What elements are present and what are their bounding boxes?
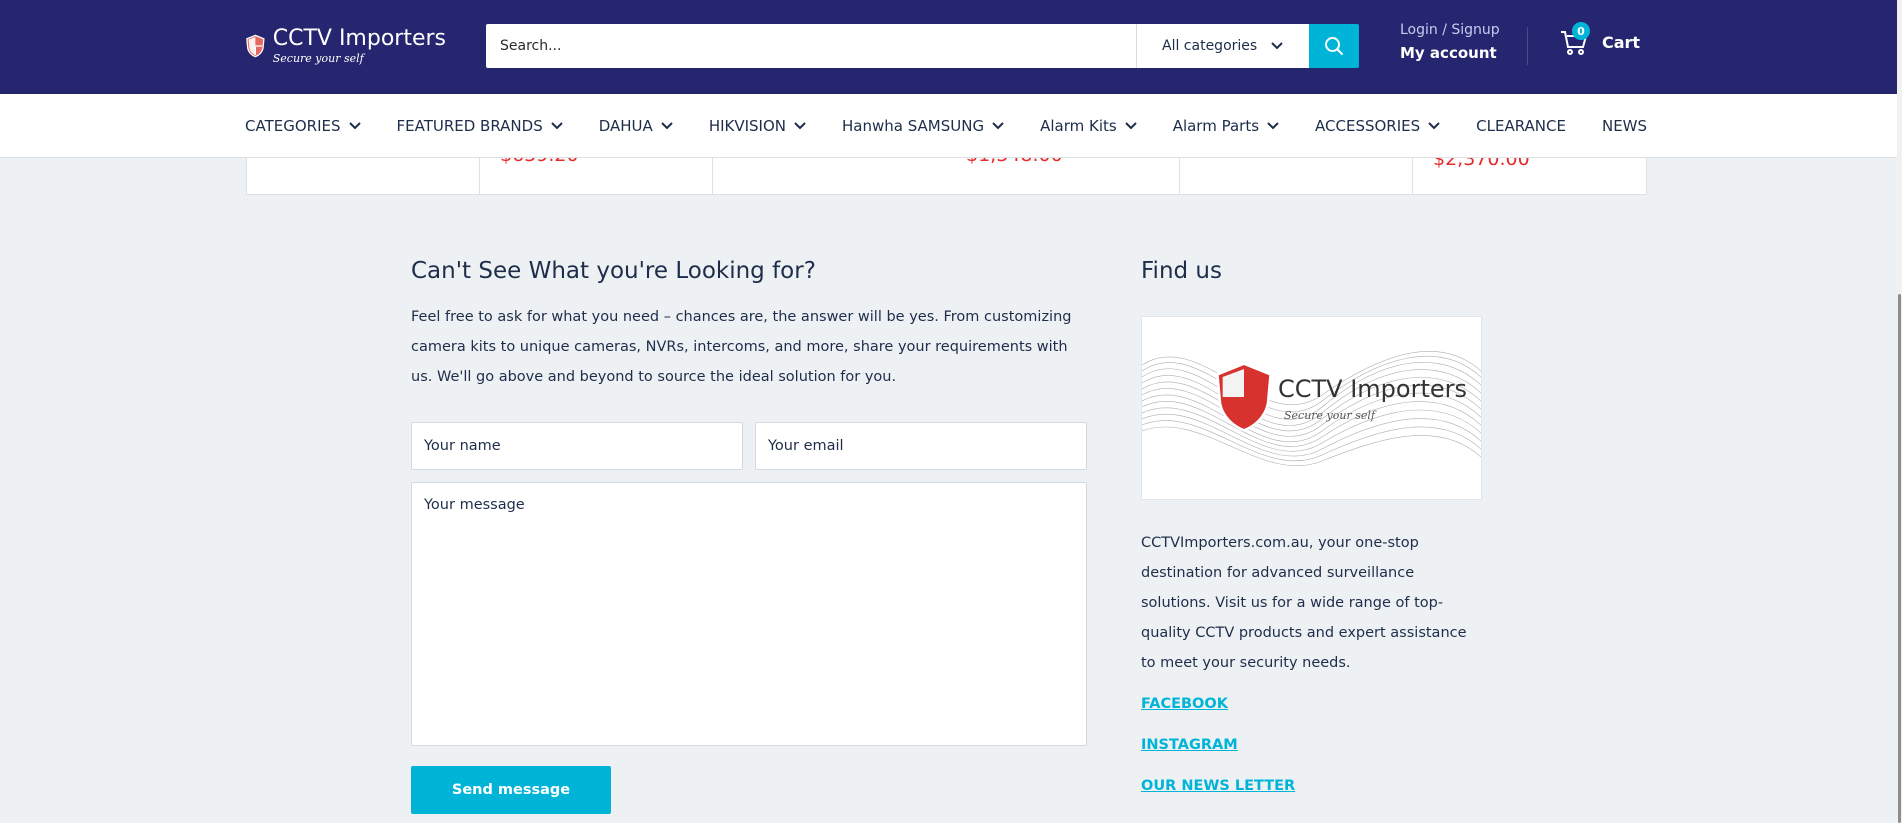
store-image: CCTV Importers Secure your self bbox=[1141, 316, 1482, 500]
nav-item-label: FEATURED BRANDS bbox=[396, 117, 543, 135]
contact-section: Can't See What you're Looking for? Feel … bbox=[411, 258, 1087, 814]
search-input[interactable] bbox=[486, 24, 1136, 68]
store-image-brand: CCTV Importers bbox=[1278, 375, 1468, 403]
nav-item-alarm-parts[interactable]: Alarm Parts bbox=[1173, 117, 1279, 135]
nav-item-dahua[interactable]: DAHUA bbox=[599, 117, 673, 135]
chevron-down-icon bbox=[1271, 42, 1283, 50]
nav-item-accessories[interactable]: ACCESSORIES bbox=[1315, 117, 1440, 135]
nav-item-label: DAHUA bbox=[598, 117, 653, 135]
contact-description: Feel free to ask for what you need – cha… bbox=[411, 309, 1072, 385]
nav-item-label: NEWS bbox=[1601, 117, 1648, 135]
nav-item-label: Alarm Parts bbox=[1172, 117, 1260, 135]
cart-icon-wrap: 0 bbox=[1560, 22, 1590, 56]
newsletter-link[interactable]: OUR NEWS LETTER bbox=[1141, 772, 1481, 801]
category-select-label: All categories bbox=[1162, 38, 1258, 54]
contact-title: Can't See What you're Looking for? bbox=[411, 258, 816, 284]
find-us-description: CCTVImporters.com.au, your one-stop dest… bbox=[1141, 535, 1467, 671]
chevron-down-icon bbox=[661, 122, 673, 130]
search-button[interactable] bbox=[1309, 24, 1359, 68]
find-us-title: Find us bbox=[1141, 258, 1222, 284]
send-message-button[interactable]: Send message bbox=[411, 766, 611, 814]
chevron-down-icon bbox=[551, 122, 563, 130]
search-icon bbox=[1325, 37, 1344, 56]
store-image-tagline: Secure your self bbox=[1284, 409, 1375, 422]
chevron-down-icon bbox=[794, 122, 806, 130]
search-bar: All categories bbox=[486, 24, 1359, 68]
nav-item-alarm-kits[interactable]: Alarm Kits bbox=[1040, 117, 1137, 135]
find-us-section: Find us CCTV Importers Secure your self … bbox=[1141, 258, 1482, 801]
nav-item-categories[interactable]: CATEGORIES bbox=[245, 117, 361, 135]
contact-field-row bbox=[411, 422, 1087, 470]
header-divider bbox=[1527, 27, 1528, 65]
shield-logo-icon bbox=[246, 34, 265, 58]
email-field[interactable] bbox=[755, 422, 1087, 470]
nav-item-label: CLEARANCE bbox=[1476, 117, 1566, 135]
chevron-down-icon bbox=[1124, 122, 1137, 130]
nav-item-label: ACCESSORIES bbox=[1315, 117, 1421, 135]
chevron-down-icon bbox=[1428, 122, 1440, 130]
nav-items: CATEGORIES FEATURED BRANDS DAHUA HIKVISION H… bbox=[245, 94, 1683, 158]
nav-item-news[interactable]: NEWS bbox=[1602, 117, 1647, 135]
main-nav: CATEGORIES FEATURED BRANDS DAHUA HIKVISION H… bbox=[0, 94, 1897, 158]
nav-item-clearance[interactable]: CLEARANCE bbox=[1476, 117, 1566, 135]
nav-item-featured-brands[interactable]: FEATURED BRANDS bbox=[397, 117, 563, 135]
scrollbar-thumb[interactable] bbox=[1898, 294, 1901, 823]
message-field[interactable] bbox=[411, 482, 1087, 746]
nav-item-label: HIKVISION bbox=[708, 117, 787, 135]
shield-logo-icon bbox=[1215, 362, 1273, 432]
facebook-link[interactable]: FACEBOOK bbox=[1141, 690, 1481, 719]
nav-item-hikvision[interactable]: HIKVISION bbox=[709, 117, 806, 135]
site-logo[interactable]: CCTV Importers Secure your self bbox=[246, 18, 446, 74]
nav-item-hanwha-samsung[interactable]: Hanwha SAMSUNG bbox=[842, 117, 1004, 135]
nav-item-label: CATEGORIES bbox=[245, 117, 341, 135]
login-signup-link[interactable]: Login / Signup bbox=[1400, 22, 1500, 38]
cart-label: Cart bbox=[1602, 32, 1641, 52]
instagram-link[interactable]: INSTAGRAM bbox=[1141, 731, 1481, 760]
chevron-down-icon bbox=[348, 122, 361, 130]
nav-item-label: Alarm Kits bbox=[1040, 117, 1117, 135]
logo-tagline: Secure your self bbox=[272, 52, 364, 65]
my-account-link[interactable]: My account bbox=[1400, 44, 1500, 62]
category-select[interactable]: All categories bbox=[1136, 24, 1309, 68]
chevron-down-icon bbox=[1267, 122, 1279, 130]
nav-item-label: Hanwha SAMSUNG bbox=[842, 117, 985, 135]
top-header: CCTV Importers Secure your self All cate… bbox=[0, 0, 1897, 94]
chevron-down-icon bbox=[992, 122, 1004, 130]
account-menu[interactable]: Login / Signup My account bbox=[1400, 22, 1500, 62]
cart-count-badge: 0 bbox=[1572, 22, 1590, 40]
name-field[interactable] bbox=[411, 422, 743, 470]
cart-button[interactable]: 0 Cart bbox=[1560, 22, 1641, 56]
logo-title: CCTV Importers bbox=[272, 26, 446, 51]
